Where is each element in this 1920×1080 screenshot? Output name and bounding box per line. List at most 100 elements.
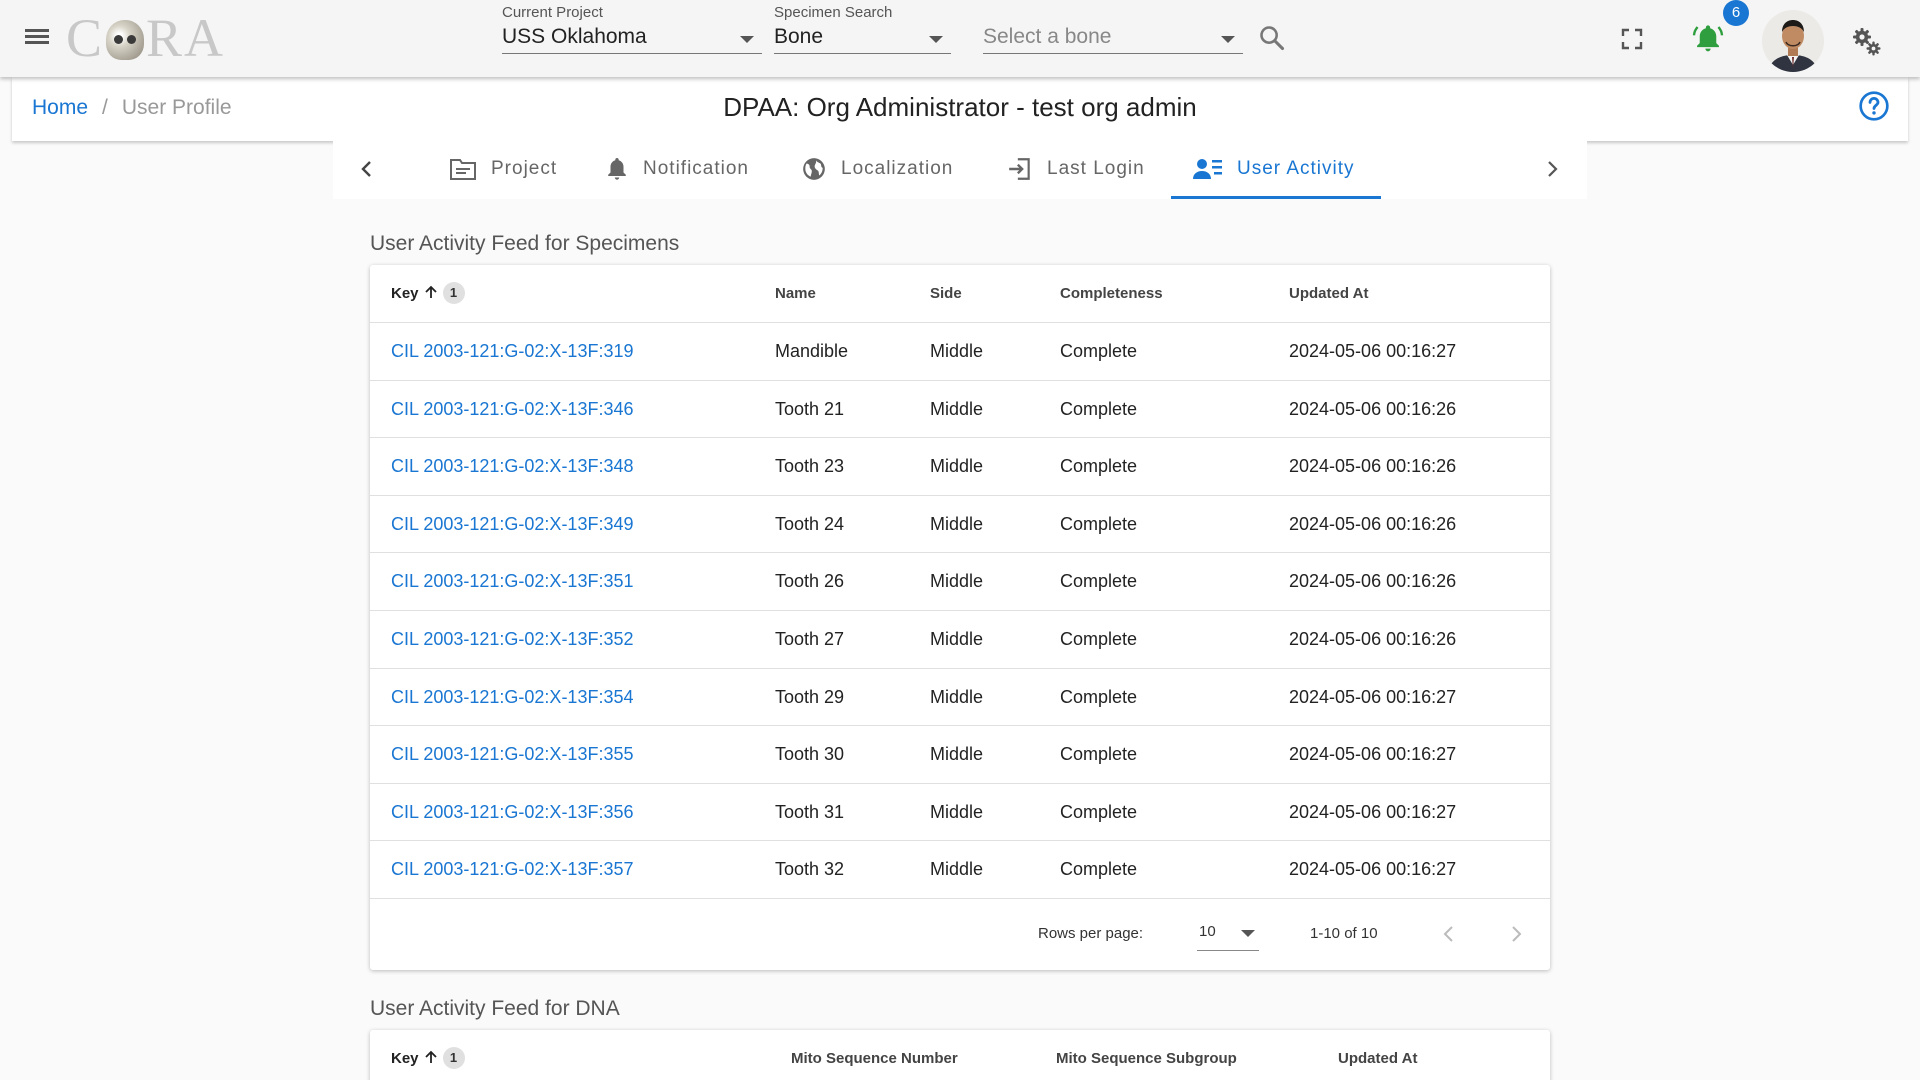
table-row[interactable]: CIL 2003-121:G-02:X-13F:319 Mandible Middl… [370,323,1550,381]
table-row[interactable]: CIL 2003-121:G-02:X-13F:354 Tooth 29 Middl… [370,669,1550,727]
chevron-down-icon [740,36,754,43]
bone-select-placeholder[interactable]: Select a bone [983,22,1243,54]
cell-side: Middle [930,456,984,477]
cell-name: Tooth 31 [775,801,845,822]
cell-name: Tooth 27 [775,628,845,649]
specimen-search-select[interactable]: Specimen Search Bone [774,4,951,54]
cell-key[interactable]: CIL 2003-121:G-02:X-13F:352 [391,611,633,668]
tab-bar: Project Notification Localization Last L… [333,139,1587,199]
next-page-icon[interactable] [1504,922,1528,946]
cell-key[interactable]: CIL 2003-121:G-02:X-13F:356 [391,784,633,841]
avatar[interactable] [1762,10,1824,72]
table-row[interactable]: CIL 2003-121:G-02:X-13F:346 Tooth 21 Middl… [370,381,1550,439]
specimen-search-value[interactable]: Bone [774,22,951,54]
skull-icon [106,20,145,60]
column-header-mito-sequence-number[interactable]: Mito Sequence Number [791,1030,958,1080]
specimens-table: Key 1 Name Side Completeness Updated At C… [370,265,1550,970]
table-row[interactable]: CIL 2003-121:G-02:X-13F:355 Tooth 30 Middl… [370,726,1550,784]
tab-user-activity[interactable]: User Activity [1193,139,1355,199]
cell-key[interactable]: CIL 2003-121:G-02:X-13F:349 [391,496,633,553]
bell-icon[interactable] [1692,22,1724,54]
sort-order-badge: 1 [442,1047,465,1069]
cell-updated-at: 2024-05-06 00:16:26 [1289,513,1457,534]
table-header: Key 1 Name Side Completeness Updated At [370,265,1550,323]
rows-per-page-select[interactable]: 10 [1197,919,1259,951]
tab-last-login[interactable]: Last Login [1007,139,1145,199]
column-header-updated-at[interactable]: Updated At [1289,265,1368,323]
cell-completeness: Complete [1060,398,1138,419]
search-icon[interactable] [1258,24,1286,52]
tab-user-activity-label: User Activity [1237,158,1355,179]
cell-side: Middle [930,341,984,361]
help-icon[interactable] [1858,90,1890,122]
tabs-scroll-right-icon[interactable] [1540,157,1564,181]
table-row[interactable]: CIL 2003-121:G-02:X-13F:357 Tooth 32 Middl… [370,841,1550,899]
cell-key[interactable]: CIL 2003-121:G-02:X-13F:357 [391,841,633,898]
current-project-select[interactable]: Current Project USS Oklahoma [502,4,762,54]
sort-order-badge: 1 [442,282,465,304]
cora-logo[interactable]: C RA [66,8,225,68]
table-pagination: Rows per page: 10 1-10 of 10 [370,899,1550,969]
cell-name: Tooth 21 [775,398,845,419]
settings-icon[interactable] [1851,26,1883,58]
cell-key[interactable]: CIL 2003-121:G-02:X-13F:319 [391,323,633,380]
tabs-scroll-left-icon[interactable] [355,157,379,181]
table-row[interactable]: CIL 2003-121:G-02:X-13F:349 Tooth 24 Middl… [370,496,1550,554]
tab-notification[interactable]: Notification [605,139,749,199]
cell-completeness: Complete [1060,628,1138,649]
tab-last-login-label: Last Login [1047,158,1145,179]
user-photo [1762,10,1824,72]
chevron-down-icon [929,36,943,43]
current-project-label: Current Project [502,4,603,21]
cell-key[interactable]: CIL 2003-121:G-02:X-13F:348 [391,438,633,495]
cell-updated-at: 2024-05-06 00:16:26 [1289,571,1457,592]
login-icon [1009,158,1030,180]
cell-key[interactable]: CIL 2003-121:G-02:X-13F:351 [391,553,633,610]
table-row[interactable]: CIL 2003-121:G-02:X-13F:352 Tooth 27 Middl… [370,611,1550,669]
dna-section-title: User Activity Feed for DNA [370,997,620,1020]
cell-completeness: Complete [1060,456,1138,477]
chevron-down-icon [1241,929,1255,937]
sort-arrow-up-icon [424,1050,437,1063]
column-header-name[interactable]: Name [775,265,816,323]
bell-icon [608,158,626,180]
table-row[interactable]: CIL 2003-121:G-02:X-13F:356 Tooth 31 Middl… [370,784,1550,842]
tab-project-label: Project [491,158,558,179]
cell-updated-at: 2024-05-06 00:16:26 [1289,456,1457,477]
column-header-mito-sequence-subgroup[interactable]: Mito Sequence Subgroup [1056,1030,1237,1080]
column-header-side[interactable]: Side [930,265,962,323]
notification-count-badge: 6 [1723,0,1749,26]
table-row[interactable]: CIL 2003-121:G-02:X-13F:348 Tooth 23 Middl… [370,438,1550,496]
tab-localization[interactable]: Localization [801,139,953,199]
cell-side: Middle [930,686,984,707]
column-header-key[interactable]: Key 1 [391,1030,465,1080]
current-project-value[interactable]: USS Oklahoma [502,22,762,54]
table-row[interactable]: CIL 2003-121:G-02:X-13F:351 Tooth 26 Middl… [370,553,1550,611]
cell-updated-at: 2024-05-06 00:16:26 [1289,628,1457,649]
cell-completeness: Complete [1060,571,1138,592]
cell-name: Tooth 32 [775,859,845,880]
bone-select[interactable]: Select a bone [983,22,1243,54]
cell-name: Tooth 30 [775,744,845,765]
cell-completeness: Complete [1060,744,1138,765]
logo-text-right: RA [146,8,226,68]
chevron-down-icon [1221,36,1235,43]
column-header-updated-at[interactable]: Updated At [1338,1030,1417,1080]
cell-side: Middle [930,859,984,880]
previous-page-icon[interactable] [1437,922,1461,946]
active-tab-indicator [1171,196,1381,199]
cell-updated-at: 2024-05-06 00:16:26 [1289,398,1457,419]
column-header-key[interactable]: Key 1 [391,265,465,323]
cell-key[interactable]: CIL 2003-121:G-02:X-13F:346 [391,381,633,438]
cell-name: Tooth 29 [775,686,845,707]
fullscreen-icon[interactable] [1620,27,1644,51]
tab-notification-label: Notification [643,158,749,179]
menu-icon[interactable] [22,24,52,54]
specimens-section-title: User Activity Feed for Specimens [370,232,680,255]
cell-key[interactable]: CIL 2003-121:G-02:X-13F:355 [391,726,633,783]
cell-side: Middle [930,398,984,419]
column-header-completeness[interactable]: Completeness [1060,265,1163,323]
cell-completeness: Complete [1060,341,1138,361]
tab-project[interactable]: Project [449,139,557,199]
cell-key[interactable]: CIL 2003-121:G-02:X-13F:354 [391,669,633,726]
